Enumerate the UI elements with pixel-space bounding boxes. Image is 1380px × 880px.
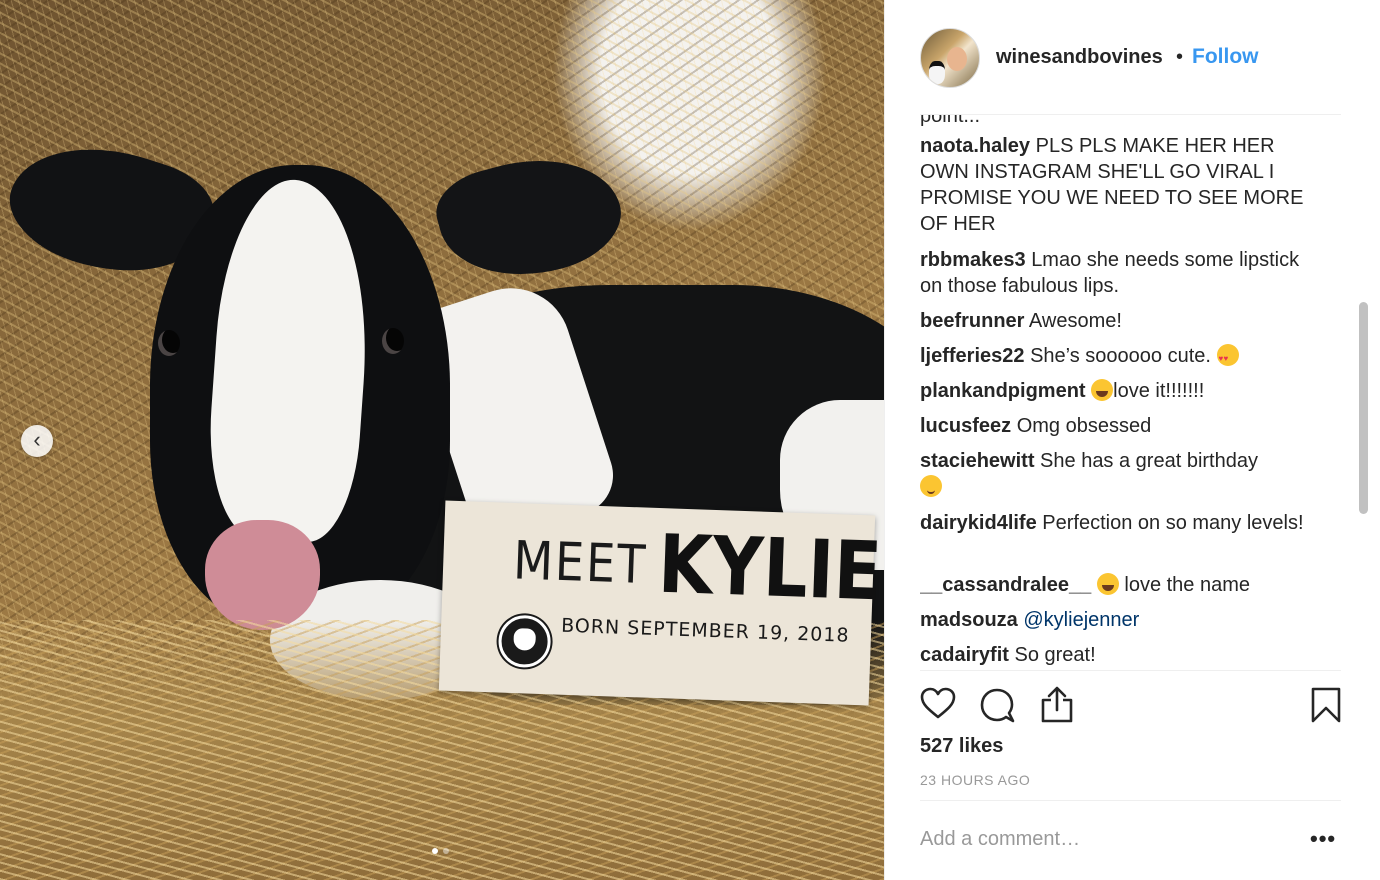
avatar-face [947, 47, 967, 71]
comment-text: love it!!!!!!! [1113, 380, 1205, 402]
carousel-dot [443, 848, 449, 854]
carousel-dots [432, 848, 449, 854]
avatar[interactable] [920, 28, 980, 88]
comment-item: staciehewitt She has a great birthday [920, 448, 1325, 500]
comment-username[interactable]: staciehewitt [920, 450, 1034, 472]
comment-username[interactable]: lucusfeez [920, 415, 1011, 437]
comment-item: beefrunner Awesome! [920, 308, 1325, 334]
comment-item: ljefferies22 She’s soooooo cute. [920, 343, 1325, 372]
comment-username[interactable]: ljefferies22 [920, 345, 1025, 367]
action-bar [920, 686, 1341, 726]
tears-of-joy-emoji-icon [1096, 573, 1119, 595]
comment-username[interactable]: naota.haley [920, 135, 1030, 157]
sign-born-text: BORN SEPTEMBER 19, 2018 [560, 614, 850, 647]
comment-text: Awesome! [1028, 310, 1122, 332]
header-bullet: • [1176, 46, 1184, 68]
chevron-left-icon[interactable]: ‹ [21, 425, 53, 457]
divider [920, 800, 1341, 801]
follow-button[interactable]: Follow [1192, 45, 1259, 69]
comment-username[interactable]: dairykid4life [920, 512, 1037, 534]
more-options-icon[interactable]: ••• [1310, 826, 1336, 852]
tears-of-joy-emoji-icon [1091, 379, 1114, 401]
comment-item: madsouza @kyliejenner [920, 607, 1325, 633]
wink-emoji-icon [920, 475, 942, 497]
divider [920, 670, 1341, 671]
comment-mention-link[interactable]: @kyliejenner [1023, 609, 1139, 631]
post-header: winesandbovines • Follow [885, 0, 1380, 114]
comment-username[interactable]: cadairyfit [920, 644, 1009, 666]
comments-list[interactable]: point... naota.haley PLS PLS MAKE HER HE… [920, 115, 1340, 670]
bookmark-icon[interactable] [1310, 686, 1342, 724]
comment-username[interactable]: rbbmakes3 [920, 249, 1026, 271]
comment-icon[interactable] [978, 686, 1016, 724]
farm-logo [497, 614, 552, 669]
comment-username[interactable]: __cassandralee__ [920, 574, 1091, 596]
calf-muzzle [205, 520, 320, 630]
heart-icon[interactable] [920, 686, 956, 722]
comment-text: love the name [1124, 574, 1251, 596]
comment-item: naota.haley PLS PLS MAKE HER HER OWN INS… [920, 133, 1325, 237]
heart-eyes-emoji-icon [1216, 344, 1239, 372]
comment-item: plankandpigment love it!!!!!!! [920, 378, 1325, 404]
calf-right-eye [382, 328, 404, 354]
sign-name-text: KYLIE [656, 516, 884, 619]
avatar-calf [929, 61, 945, 84]
comment-text: She’s soooooo cute. [1030, 345, 1211, 367]
comment-item: cadairyfit So great! [920, 642, 1325, 668]
comment-username[interactable]: madsouza [920, 609, 1018, 631]
comment-item: dairykid4life Perfection on so many leve… [920, 510, 1325, 536]
comments-scrollbar[interactable] [1359, 302, 1368, 514]
comment-text: So great! [1014, 644, 1096, 666]
post-side-panel: winesandbovines • Follow point... naota.… [884, 0, 1380, 880]
comment-username[interactable]: beefrunner [920, 310, 1024, 332]
comment-text: Omg obsessed [1016, 415, 1152, 437]
likes-count[interactable]: 527 likes [920, 735, 1003, 758]
post-photo: MEET KYLIE BORN SEPTEMBER 19, 2018 ‹ [0, 0, 884, 880]
comment-item: __cassandralee__ love the name [920, 572, 1325, 598]
comment-username[interactable]: plankandpigment [920, 380, 1086, 402]
comment-item: lucusfeez Omg obsessed [920, 413, 1325, 439]
name-sign: MEET KYLIE BORN SEPTEMBER 19, 2018 [438, 500, 883, 706]
comment-text: She has a great birthday [1040, 450, 1258, 472]
sign-meet-text: MEET [512, 528, 649, 596]
calf-left-eye [158, 330, 180, 356]
share-icon[interactable] [1038, 686, 1076, 724]
carousel-dot-active [432, 848, 438, 854]
comment-text: Perfection on so many levels! [1042, 512, 1304, 534]
post-timestamp[interactable]: 23 HOURS AGO [920, 772, 1030, 788]
add-comment-input[interactable]: Add a comment… [920, 828, 1080, 851]
username-link[interactable]: winesandbovines [996, 46, 1163, 69]
partial-comment: point... [920, 115, 981, 127]
comment-item: rbbmakes3 Lmao she needs some lipstick o… [920, 247, 1325, 299]
